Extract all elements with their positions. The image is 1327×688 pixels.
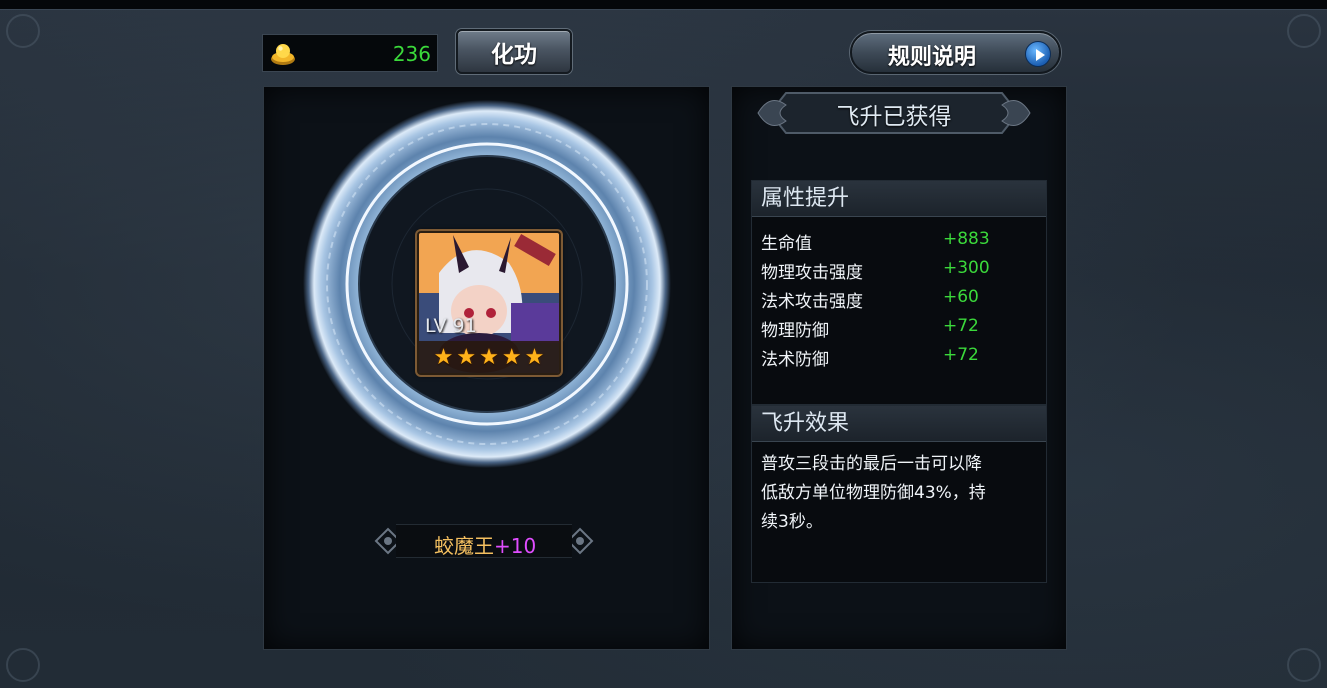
star-icon: ★ <box>501 344 522 370</box>
hero-panel: LV 91 ★ ★ ★ ★ ★ 蛟魔王+10 <box>263 86 710 650</box>
effect-line: 续3秒。 <box>761 512 823 532</box>
attribute-section: 属性提升 生命值 +883 物理攻击强度 +300 法术攻击强度 +60 物理防… <box>751 180 1047 405</box>
star-icon: ★ <box>524 344 545 370</box>
stat-name: 法术攻击强度 <box>761 292 863 312</box>
stat-name: 物理攻击强度 <box>761 263 863 283</box>
hero-name: 蛟魔王+10 <box>434 530 536 559</box>
currency-display: 236 <box>262 34 438 72</box>
stat-value: +883 <box>943 229 990 249</box>
stat-row: 法术攻击强度 +60 <box>752 283 1046 312</box>
stat-value: +300 <box>943 258 990 278</box>
stat-value: +72 <box>943 345 979 365</box>
hero-plus-level: +10 <box>494 534 537 558</box>
effect-heading: 飞升效果 <box>752 406 1046 442</box>
effect-line: 低敌方单位物理防御43%，持 <box>761 483 986 503</box>
stat-name: 物理防御 <box>761 321 829 341</box>
rules-button-label: 规则说明 <box>888 45 977 70</box>
hero-name-text: 蛟魔王 <box>434 534 494 558</box>
effect-line: 普攻三段击的最后一击可以降 <box>761 454 982 474</box>
stat-row: 物理攻击强度 +300 <box>752 254 1046 283</box>
panel-title: 飞升已获得 <box>836 104 952 130</box>
huagong-button[interactable]: 化功 <box>456 29 572 74</box>
rules-button[interactable]: 规则说明 <box>850 31 1061 74</box>
ascension-info-panel: 飞升已获得 属性提升 生命值 +883 物理攻击强度 +300 法术攻击强度 +… <box>731 86 1067 650</box>
hero-star-rating: ★ ★ ★ ★ ★ <box>419 341 559 373</box>
hero-name-plate: 蛟魔王+10 <box>372 521 596 561</box>
hero-portrait-card[interactable]: LV 91 ★ ★ ★ ★ ★ <box>417 231 561 375</box>
effect-description: 普攻三段击的最后一击可以降 低敌方单位物理防御43%，持 续3秒。 <box>752 442 1046 545</box>
stat-row: 生命值 +883 <box>752 225 1046 254</box>
title-plate: 飞升已获得 <box>756 87 1032 139</box>
stat-row: 法术防御 +72 <box>752 341 1046 370</box>
play-arrow-icon <box>1025 41 1051 67</box>
stat-value: +72 <box>943 316 979 336</box>
hero-level: LV 91 <box>425 315 477 337</box>
top-strip <box>0 0 1327 10</box>
currency-value: 236 <box>392 42 431 66</box>
attribute-heading: 属性提升 <box>752 181 1046 217</box>
effect-section: 飞升效果 普攻三段击的最后一击可以降 低敌方单位物理防御43%，持 续3秒。 <box>751 405 1047 583</box>
gold-ingot-icon <box>271 44 295 65</box>
stat-value: +60 <box>943 287 979 307</box>
corner-ornament-icon <box>1287 648 1321 682</box>
star-icon: ★ <box>433 344 454 370</box>
stat-name: 生命值 <box>761 234 812 254</box>
stat-name: 法术防御 <box>761 350 829 370</box>
star-icon: ★ <box>456 344 477 370</box>
corner-ornament-icon <box>1287 14 1321 48</box>
star-icon: ★ <box>479 344 499 370</box>
corner-ornament-icon <box>6 648 40 682</box>
corner-ornament-icon <box>6 14 40 48</box>
huagong-button-label: 化功 <box>491 41 537 68</box>
stat-row: 物理防御 +72 <box>752 312 1046 341</box>
